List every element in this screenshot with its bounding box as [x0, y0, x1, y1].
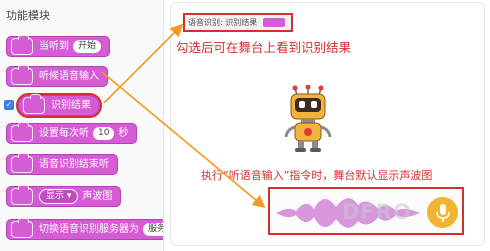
block-hat-icon — [11, 185, 33, 205]
watermark-logo: DFRO — [342, 200, 412, 224]
recognition-result-monitor: 语音识别: 识别结果 — [183, 13, 293, 32]
result-visibility-checkbox[interactable]: ✓ — [4, 100, 14, 110]
monitor-label: 语音识别: 识别结果 — [188, 18, 258, 27]
block-suffix: 秒 — [118, 128, 129, 139]
block-hat-icon — [11, 153, 33, 173]
palette-title: 功能模块 — [6, 9, 50, 22]
block-palette: 功能模块 当听到 开始 听候语音输入 ✓ 识别结果 设置每次听 10 秒 语音识… — [0, 0, 164, 251]
block-label: 声波图 — [82, 191, 113, 202]
block-hat-icon — [11, 122, 33, 142]
block-label: 语音识别结束听 — [39, 159, 109, 170]
monitor-value — [263, 18, 286, 27]
block-label: 识别结果 — [51, 100, 91, 111]
microphone-button[interactable] — [427, 197, 458, 228]
block-when-hear[interactable]: 当听到 开始 — [6, 35, 111, 57]
block-hat-icon — [11, 35, 33, 55]
block-hat-icon — [23, 94, 45, 114]
block-label: 当听到 — [39, 41, 69, 52]
block-label: 切换语音识别服务器为 — [39, 224, 139, 235]
microphone-icon — [435, 203, 450, 222]
robot-sprite — [284, 85, 332, 152]
block-label: 设置每次听 — [39, 128, 89, 139]
block-show-waveform[interactable]: 显示 ▾ 声波图 — [6, 185, 122, 207]
annotation-bottom: 执行“听语音输入”指令时，舞台默认显示声波图 — [201, 169, 433, 182]
server-input[interactable]: 服务 — [143, 223, 163, 236]
block-input-start[interactable]: 开始 — [73, 40, 102, 53]
block-switch-server[interactable]: 切换语音识别服务器为 服务 — [6, 218, 163, 240]
block-listen-voice-input[interactable]: 听候语音输入 — [6, 65, 108, 87]
block-stop-listening[interactable]: 语音识别结束听 — [6, 153, 118, 175]
block-hat-icon — [11, 218, 33, 238]
block-recognition-result[interactable]: 识别结果 — [16, 93, 102, 118]
block-set-listen-seconds[interactable]: 设置每次听 10 秒 — [6, 122, 138, 144]
annotation-top: 勾选后可在舞台上看到识别结果 — [176, 40, 352, 55]
seconds-input[interactable]: 10 — [93, 127, 115, 140]
block-label: 听候语音输入 — [39, 71, 99, 82]
show-hide-dropdown[interactable]: 显示 ▾ — [39, 189, 79, 204]
block-hat-icon — [11, 65, 33, 85]
